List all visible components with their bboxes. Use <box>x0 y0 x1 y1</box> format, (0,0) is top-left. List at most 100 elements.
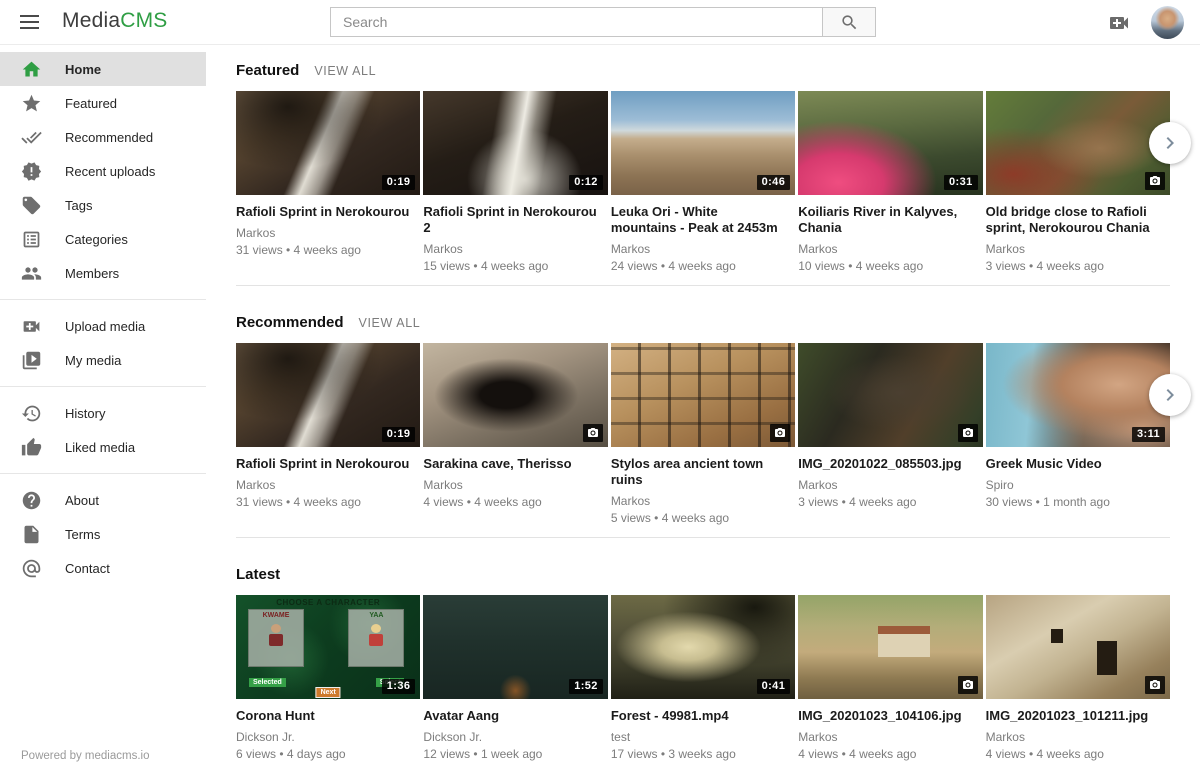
members-icon <box>21 263 42 284</box>
search-button[interactable] <box>822 8 875 36</box>
media-info: Greek Music VideoSpiro30 views • 1 month… <box>986 447 1170 533</box>
media-card[interactable]: Sarakina cave, TherissoMarkos4 views • 4… <box>423 343 607 533</box>
media-card[interactable]: Old bridge close to Rafioli sprint, Nero… <box>986 91 1170 281</box>
media-author[interactable]: Markos <box>986 730 1160 744</box>
media-info: IMG_20201023_104106.jpgMarkos4 views • 4… <box>798 699 982 775</box>
sidebar-item-recommended[interactable]: Recommended <box>0 120 206 154</box>
sidebar-item-label: Liked media <box>65 440 135 455</box>
media-meta: 5 views • 4 weeks ago <box>611 511 785 525</box>
sidebar-item-label: Contact <box>65 561 110 576</box>
sidebar-item-featured[interactable]: Featured <box>0 86 206 120</box>
section-recommended: RecommendedVIEW ALL 0:19Rafioli Sprint in… <box>236 314 1170 538</box>
media-card[interactable]: 0:19Rafioli Sprint in NerokourouMarkos31… <box>236 91 420 281</box>
media-info: Avatar AangDickson Jr.12 views • 1 week … <box>423 699 607 775</box>
image-type-badge <box>958 676 978 694</box>
sidebar-item-liked-media[interactable]: Liked media <box>0 430 206 464</box>
sidebar-item-label: Home <box>65 62 101 77</box>
media-card[interactable]: 1:52Avatar AangDickson Jr.12 views • 1 w… <box>423 595 607 775</box>
media-card[interactable]: Stylos area ancient town ruins Markos 5 vi… <box>611 343 795 533</box>
sidebar-item-terms[interactable]: Terms <box>0 517 206 551</box>
sidebar-item-members[interactable]: Members <box>0 256 206 290</box>
sidebar-item-label: Featured <box>65 96 117 111</box>
media-card[interactable]: 0:19Rafioli Sprint in NerokourouMarkos31… <box>236 343 420 533</box>
media-title: Avatar Aang <box>423 708 597 724</box>
thumb-up-icon <box>21 437 42 458</box>
upload-media-button[interactable] <box>1107 11 1131 35</box>
media-card[interactable]: IMG_20201023_101211.jpgMarkos4 views • 4… <box>986 595 1170 775</box>
section-header: RecommendedVIEW ALL <box>236 314 1170 331</box>
media-info: IMG_20201023_101211.jpgMarkos4 views • 4… <box>986 699 1170 775</box>
video-call-icon <box>21 316 42 337</box>
media-info: Old bridge close to Rafioli sprint, Nero… <box>986 195 1170 281</box>
media-author[interactable]: Markos <box>423 242 597 256</box>
sidebar-item-about[interactable]: About <box>0 483 206 517</box>
menu-button[interactable] <box>20 15 39 29</box>
media-meta: 31 views • 4 weeks ago <box>236 243 410 257</box>
media-card[interactable]: IMG_20201022_085503.jpgMarkos3 views • 4… <box>798 343 982 533</box>
media-author[interactable]: Markos <box>798 242 972 256</box>
media-title: Stylos area ancient town ruins <box>611 456 785 488</box>
duration-badge: 3:11 <box>1132 427 1165 442</box>
duration-badge: 1:36 <box>382 679 416 694</box>
media-card[interactable]: 3:11 Greek Music VideoSpiro30 views • 1 m… <box>986 343 1170 533</box>
media-meta: 4 views • 4 weeks ago <box>423 495 597 509</box>
sidebar-item-tags[interactable]: Tags <box>0 188 206 222</box>
star-icon <box>21 93 42 114</box>
media-author[interactable]: Dickson Jr. <box>423 730 597 744</box>
media-card[interactable]: CHOOSE A CHARACTERKWAMEYAASelectedNextSe… <box>236 595 420 775</box>
view-all-link[interactable]: VIEW ALL <box>359 316 421 330</box>
logo-media: Media <box>62 9 120 32</box>
sidebar-item-my-media[interactable]: My media <box>0 343 206 377</box>
search-bar <box>330 7 876 37</box>
media-title: IMG_20201023_101211.jpg <box>986 708 1160 724</box>
duration-badge: 1:52 <box>569 679 603 694</box>
section-latest: LatestCHOOSE A CHARACTERKWAMEYAASelected… <box>236 566 1170 775</box>
avatar[interactable] <box>1151 6 1184 39</box>
media-meta: 15 views • 4 weeks ago <box>423 259 597 273</box>
sidebar-item-label: Terms <box>65 527 100 542</box>
media-author[interactable]: Markos <box>611 494 785 508</box>
video-library-icon <box>21 350 42 371</box>
image-type-badge <box>1145 172 1165 190</box>
view-all-link[interactable]: VIEW ALL <box>314 64 376 78</box>
media-author[interactable]: Spiro <box>986 478 1160 492</box>
media-author[interactable]: Dickson Jr. <box>236 730 410 744</box>
sidebar-item-contact[interactable]: Contact <box>0 551 206 585</box>
game-next-button: Next <box>316 687 341 698</box>
section-divider <box>236 285 1170 286</box>
media-card[interactable]: 0:12Rafioli Sprint in Nerokourou 2Markos… <box>423 91 607 281</box>
media-author[interactable]: Markos <box>236 226 410 240</box>
media-card[interactable]: 0:41Forest - 49981.mp4test17 views • 3 w… <box>611 595 795 775</box>
media-card[interactable]: 0:46Leuka Ori - White mountains - Peak a… <box>611 91 795 281</box>
media-author[interactable]: Markos <box>611 242 785 256</box>
media-card[interactable]: IMG_20201023_104106.jpgMarkos4 views • 4… <box>798 595 982 775</box>
image-type-badge <box>770 424 790 442</box>
duration-badge: 0:12 <box>569 175 603 190</box>
sidebar-item-history[interactable]: History <box>0 396 206 430</box>
media-author[interactable]: test <box>611 730 785 744</box>
media-author[interactable]: Markos <box>986 242 1160 256</box>
sidebar-item-categories[interactable]: Categories <box>0 222 206 256</box>
sidebar-item-upload-media[interactable]: Upload media <box>0 309 206 343</box>
sidebar: Home Featured RecommendedRecent uploadsTag… <box>0 45 206 775</box>
carousel-next-button[interactable] <box>1149 374 1191 416</box>
sidebar-item-recent-uploads[interactable]: Recent uploads <box>0 154 206 188</box>
search-input[interactable] <box>331 8 822 36</box>
media-author[interactable]: Markos <box>236 478 410 492</box>
media-author[interactable]: Markos <box>798 730 972 744</box>
carousel-next-button[interactable] <box>1149 122 1191 164</box>
media-author[interactable]: Markos <box>798 478 972 492</box>
media-card[interactable]: 0:31Koiliaris River in Kalyves, ChaniaMa… <box>798 91 982 281</box>
media-row: 0:19Rafioli Sprint in NerokourouMarkos31… <box>236 343 1170 533</box>
media-thumbnail: CHOOSE A CHARACTERKWAMEYAASelectedNextSe… <box>236 595 420 699</box>
card-list: 0:19Rafioli Sprint in NerokourouMarkos31… <box>236 343 1170 533</box>
card-list: 0:19Rafioli Sprint in NerokourouMarkos31… <box>236 91 1170 281</box>
media-thumbnail: 0:19 <box>236 343 420 447</box>
media-author[interactable]: Markos <box>423 478 597 492</box>
sidebar-item-home[interactable]: Home <box>0 52 206 86</box>
media-info: Forest - 49981.mp4test17 views • 3 weeks… <box>611 699 795 775</box>
sidebar-item-label: History <box>65 406 105 421</box>
logo[interactable]: MediaCMS <box>62 9 167 33</box>
media-row: CHOOSE A CHARACTERKWAMEYAASelectedNextSe… <box>236 595 1170 775</box>
media-thumbnail: 0:41 <box>611 595 795 699</box>
